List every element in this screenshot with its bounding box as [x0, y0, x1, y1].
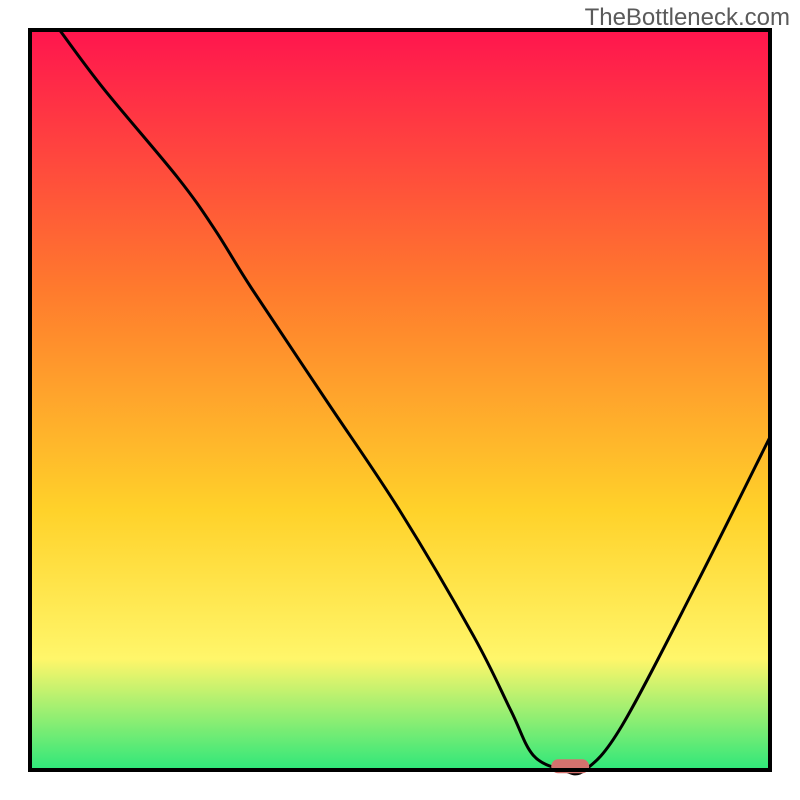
plot-area — [30, 30, 770, 774]
watermark-text: TheBottleneck.com — [585, 4, 790, 32]
chart-svg — [0, 0, 800, 800]
bottleneck-chart: TheBottleneck.com — [0, 0, 800, 800]
